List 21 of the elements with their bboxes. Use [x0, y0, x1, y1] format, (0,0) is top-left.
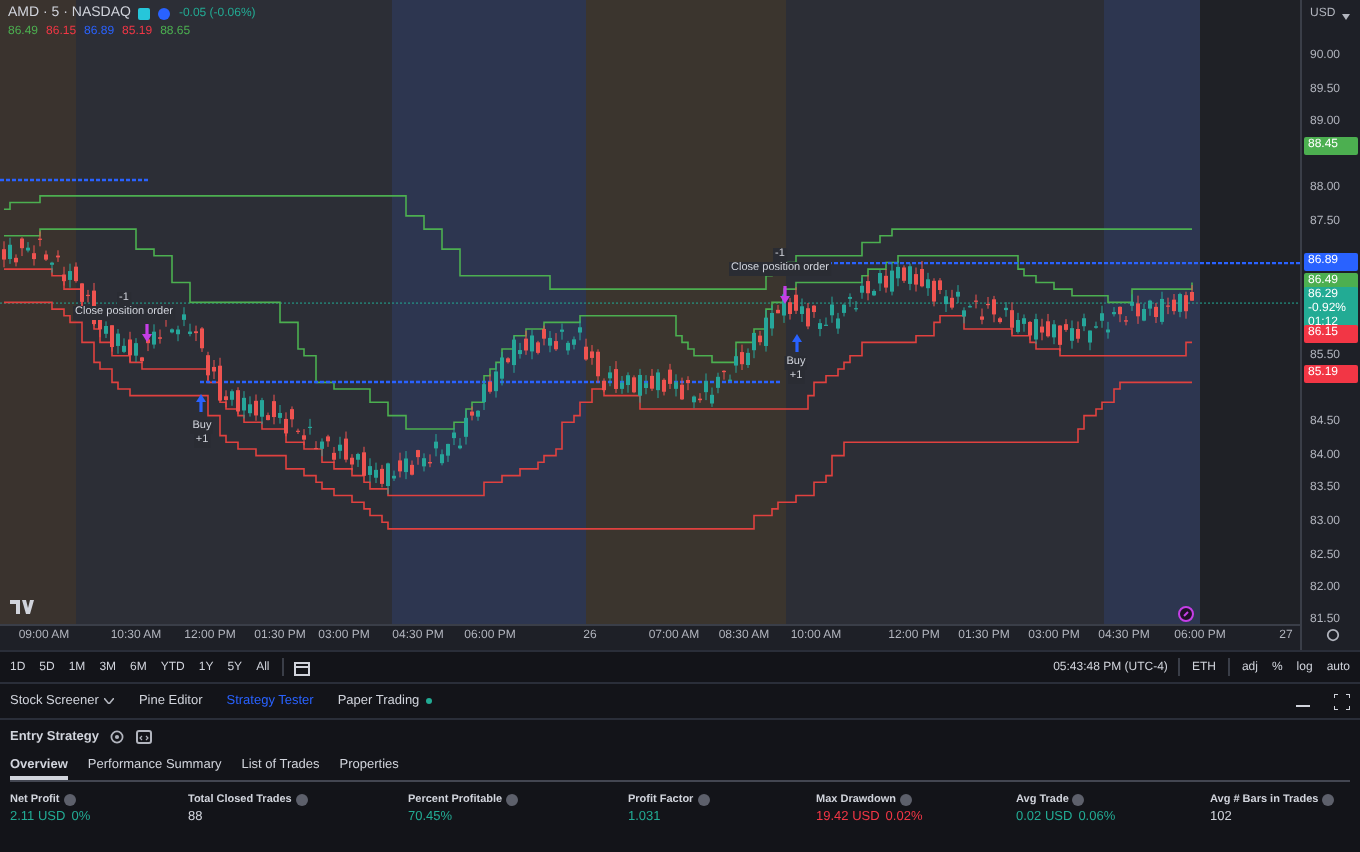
chevron-down-icon — [104, 698, 115, 704]
calendar-icon[interactable] — [293, 659, 310, 675]
down-arrow-icon — [780, 286, 790, 304]
info-icon[interactable] — [697, 794, 710, 806]
info-icon[interactable] — [506, 794, 519, 806]
down-arrow-icon — [142, 324, 152, 342]
info-icon[interactable] — [900, 794, 913, 806]
settings-icon[interactable] — [1326, 628, 1340, 642]
up-arrow-icon — [792, 334, 802, 352]
status-dot — [425, 698, 432, 704]
up-arrow-icon — [196, 394, 206, 412]
info-icon[interactable] — [1322, 794, 1335, 806]
info-icon[interactable] — [63, 794, 76, 806]
settings-icon[interactable] — [110, 730, 125, 744]
logo-icon[interactable] — [10, 600, 34, 614]
maximize-icon[interactable] — [1334, 693, 1350, 709]
caret-icon[interactable] — [1342, 14, 1350, 20]
info-icon[interactable] — [1072, 794, 1085, 806]
source-code-icon[interactable] — [136, 730, 153, 744]
info-icon[interactable] — [295, 794, 308, 806]
replay-icon[interactable] — [1178, 606, 1194, 622]
